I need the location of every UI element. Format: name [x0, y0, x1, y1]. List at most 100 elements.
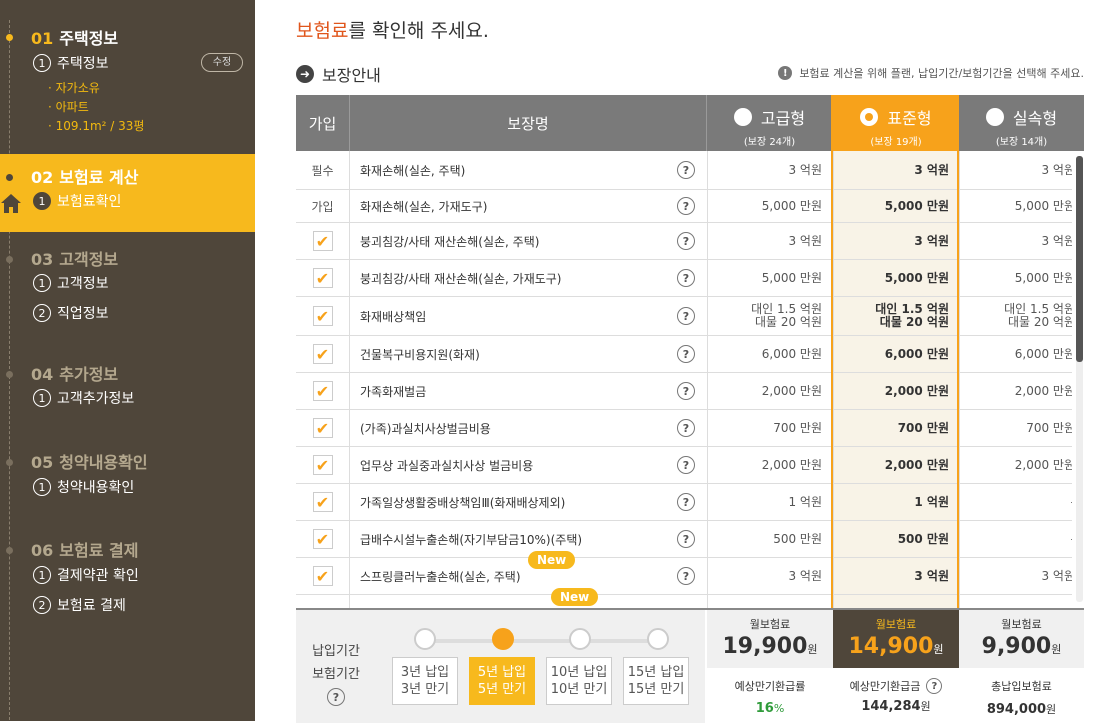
help-button[interactable]: ?	[676, 373, 696, 409]
question-icon[interactable]: ?	[677, 197, 695, 215]
scrollbar-thumb[interactable]	[1076, 156, 1083, 362]
checkmark-icon[interactable]: ✔	[312, 492, 333, 512]
checkmark-icon[interactable]: ✔	[312, 268, 333, 288]
help-button[interactable]: ?	[676, 447, 696, 483]
arrow-right-icon: ➜	[296, 65, 314, 83]
join-checkbox[interactable]: ✔	[296, 410, 349, 446]
join-checkbox[interactable]: ✔	[296, 447, 349, 483]
slider-knob[interactable]	[414, 628, 436, 650]
question-icon[interactable]: ?	[677, 382, 695, 400]
premium-plan-value: 3 억원	[788, 233, 822, 248]
question-icon[interactable]: ?	[677, 456, 695, 474]
economy-plan-value: 대인 1.5 억원 대물 20 억원	[1004, 302, 1072, 329]
economy-plan-value: 700 만원	[1026, 420, 1072, 435]
checkmark-icon[interactable]: ✔	[312, 455, 333, 475]
period-3y-button[interactable]: 3년 납입 3년 만기	[392, 657, 458, 705]
checkmark-icon[interactable]: ✔	[312, 344, 333, 364]
help-button[interactable]: ?	[676, 558, 696, 594]
scrollbar[interactable]	[1076, 156, 1083, 602]
coverage-guide-link[interactable]: ➜ 보장안내	[296, 62, 381, 86]
question-icon[interactable]: ?	[677, 232, 695, 250]
premium-economy-plan: 월보험료 9,900원	[959, 610, 1084, 668]
help-button[interactable]: ?	[676, 223, 696, 259]
question-icon[interactable]: ?	[677, 161, 695, 179]
sidebar-item-house-info[interactable]: 1 주택정보	[33, 53, 109, 73]
radio-button[interactable]	[733, 108, 752, 126]
sidebar-item-payment-terms[interactable]: 1 결제약관 확인	[33, 565, 139, 585]
radio-button-selected[interactable]	[860, 108, 879, 126]
slider-knob-selected[interactable]	[492, 628, 514, 650]
checkmark-icon[interactable]: ✔	[312, 566, 333, 586]
period-15y-button[interactable]: 15년 납입 15년 만기	[623, 657, 689, 705]
question-icon[interactable]: ?	[327, 688, 345, 706]
step-dot	[6, 371, 13, 378]
help-button[interactable]: ?	[676, 297, 696, 335]
standard-plan-value: 3 억원	[914, 162, 949, 177]
step-dot	[6, 34, 13, 41]
slider-knob[interactable]	[569, 628, 591, 650]
standard-plan-value: 3 억원	[914, 233, 949, 248]
join-checkbox[interactable]: ✔	[296, 558, 349, 594]
total-premium: 총납입보험료 894,000원	[986, 680, 1057, 717]
join-checkbox[interactable]: ✔	[296, 223, 349, 259]
step-title: 04 추가정보	[31, 365, 119, 384]
question-icon[interactable]: ?	[677, 269, 695, 287]
join-checkbox[interactable]: ✔	[296, 336, 349, 372]
premium-premium-plan: 월보험료 19,900원	[707, 610, 833, 668]
sidebar-item-subscription-check[interactable]: 1 청약내용확인	[33, 477, 134, 497]
help-button[interactable]: ?	[676, 190, 696, 222]
plan-standard[interactable]: 표준형 (보장 19개)	[833, 95, 959, 151]
question-icon[interactable]: ?	[677, 307, 695, 325]
edit-button[interactable]: 수정	[201, 53, 243, 72]
sidebar-item-extra-info[interactable]: 1 고객추가정보	[33, 388, 134, 408]
join-checkbox[interactable]: ✔	[296, 521, 349, 557]
help-button[interactable]: ?	[676, 336, 696, 372]
coverage-name: 화재배상책임	[360, 309, 427, 324]
checkmark-icon[interactable]: ✔	[312, 529, 333, 549]
join-checkbox[interactable]: ✔	[296, 297, 349, 335]
period-5y-button[interactable]: 5년 납입 5년 만기	[469, 657, 535, 705]
join-checkbox[interactable]: ✔	[296, 260, 349, 296]
sidebar-item-job-info[interactable]: 2 직업정보	[33, 303, 109, 323]
table-row: ✔급배수시설누출손해(자기부담금10%)(주택)?500 만원500 만원-	[296, 521, 1072, 558]
period-10y-button[interactable]: 10년 납입 10년 만기	[546, 657, 612, 705]
help-button[interactable]: ?	[676, 410, 696, 446]
checkmark-icon[interactable]: ✔	[312, 418, 333, 438]
help-button[interactable]: ?	[676, 484, 696, 520]
col-join-header: 가입	[296, 95, 350, 151]
plan-economy[interactable]: 실속형 (보장 14개)	[959, 95, 1084, 151]
plan-premium[interactable]: 고급형 (보장 24개)	[707, 95, 833, 151]
question-icon[interactable]: ?	[677, 345, 695, 363]
join-label: 필수	[311, 163, 334, 178]
radio-button[interactable]	[985, 108, 1004, 126]
slider-knob[interactable]	[647, 628, 669, 650]
checkmark-icon[interactable]: ✔	[312, 306, 333, 326]
join-checkbox[interactable]: ✔	[296, 373, 349, 409]
question-icon[interactable]: ?	[677, 567, 695, 585]
table-row: ✔ 붕괴침강/사태 재산손해(실손, 주택)? 3 억원 3 억원 3 억원	[296, 223, 1072, 260]
sidebar-item-payment[interactable]: 2 보험료 결제	[33, 595, 126, 615]
sidebar-item-customer-info[interactable]: 1 고객정보	[33, 273, 109, 293]
help-button[interactable]: ?	[676, 260, 696, 296]
help-button[interactable]: ?	[676, 151, 696, 189]
premium-standard-plan: 월보험료 14,900원	[833, 610, 959, 668]
join-checkbox[interactable]: ✔	[296, 484, 349, 520]
standard-plan-value: 6,000 만원	[884, 346, 949, 361]
join-label: 가입	[311, 199, 334, 214]
question-icon[interactable]: ?	[677, 493, 695, 511]
help-button[interactable]: ?	[676, 521, 696, 557]
table-row: 가입 화재손해(실손, 가재도구)? 5,000 만원 5,000 만원 5,000 만…	[296, 190, 1072, 223]
checkmark-icon[interactable]: ✔	[312, 381, 333, 401]
premium-plan-value: 2,000 만원	[761, 457, 822, 472]
question-icon[interactable]: ?	[677, 530, 695, 548]
question-icon[interactable]: ?	[926, 678, 943, 694]
checkmark-icon[interactable]: ✔	[312, 231, 333, 251]
coverage-name: 업무상 과실중과실치사상 벌금비용	[360, 458, 534, 473]
standard-plan-value: 2,000 만원	[884, 457, 949, 472]
economy-plan-value: 3 억원	[1041, 162, 1072, 177]
house-detail: · 109.1m² / 33평	[48, 119, 145, 133]
notice-text: ! 보험료 계산을 위해 플랜, 납입기간/보험기간을 선택해 주세요.	[778, 65, 1084, 81]
sidebar-item-premium-check[interactable]: 1 보험료확인	[33, 191, 121, 211]
question-icon[interactable]: ?	[677, 419, 695, 437]
premium-plan-value: 대인 1.5 억원 대물 20 억원	[751, 302, 822, 329]
